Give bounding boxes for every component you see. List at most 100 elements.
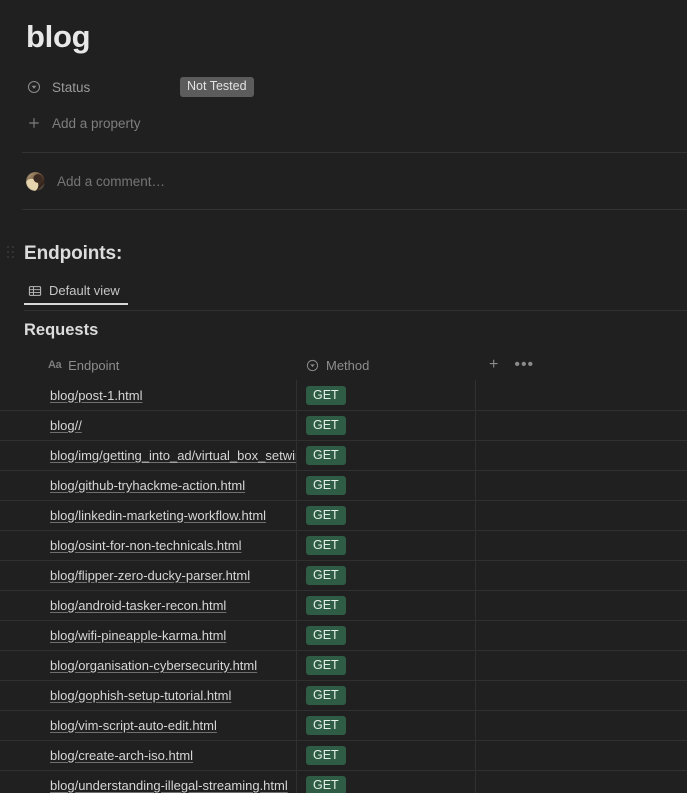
cell-endpoint[interactable]: blog/vim-script-auto-edit.html <box>0 711 296 741</box>
divider-above-comment <box>22 152 687 153</box>
add-property-button[interactable]: Add a property <box>24 110 172 136</box>
requests-table: Aa Endpoint Method + <box>0 350 687 793</box>
cell-extra[interactable] <box>475 621 687 651</box>
column-header-endpoint[interactable]: Aa Endpoint <box>0 350 296 380</box>
method-badge: GET <box>306 656 346 675</box>
column-header-endpoint-label: Endpoint <box>68 358 119 373</box>
property-row-status[interactable]: Status <box>24 74 172 100</box>
cell-method[interactable]: GET <box>296 741 475 771</box>
table-row[interactable]: blog/wifi-pineapple-karma.html GET <box>0 620 687 650</box>
cell-method[interactable]: GET <box>296 621 475 651</box>
cell-extra[interactable] <box>475 681 687 711</box>
cell-method[interactable]: GET <box>296 471 475 501</box>
cell-method[interactable]: GET <box>296 681 475 711</box>
endpoint-link[interactable]: blog/understanding-illegal-streaming.htm… <box>50 778 288 793</box>
cell-method[interactable]: GET <box>296 441 475 471</box>
endpoint-link[interactable]: blog/post-1.html <box>50 388 143 403</box>
cell-endpoint[interactable]: blog/create-arch-iso.html <box>0 741 296 771</box>
method-badge: GET <box>306 716 346 735</box>
status-badge[interactable]: Not Tested <box>180 77 254 97</box>
table-row[interactable]: blog/create-arch-iso.html GET <box>0 740 687 770</box>
cell-extra[interactable] <box>475 411 687 441</box>
endpoint-link[interactable]: blog/vim-script-auto-edit.html <box>50 718 217 733</box>
cell-extra[interactable] <box>475 441 687 471</box>
cell-extra[interactable] <box>475 771 687 793</box>
cell-extra[interactable] <box>475 501 687 531</box>
cell-extra[interactable] <box>475 561 687 591</box>
cell-method[interactable]: GET <box>296 591 475 621</box>
comment-placeholder[interactable]: Add a comment… <box>57 174 165 189</box>
cell-endpoint[interactable]: blog/organisation-cybersecurity.html <box>0 651 296 681</box>
cell-method[interactable]: GET <box>296 771 475 793</box>
table-row[interactable]: blog/linkedin-marketing-workflow.html GE… <box>0 500 687 530</box>
cell-endpoint[interactable]: blog/wifi-pineapple-karma.html <box>0 621 296 651</box>
endpoint-link[interactable]: blog/create-arch-iso.html <box>50 748 193 763</box>
endpoint-link[interactable]: blog/gophish-setup-tutorial.html <box>50 688 231 703</box>
drag-handle-icon[interactable] <box>7 246 17 262</box>
table-view-icon <box>28 284 42 298</box>
cell-endpoint[interactable]: blog/android-tasker-recon.html <box>0 591 296 621</box>
cell-method[interactable]: GET <box>296 411 475 441</box>
page-root: blog Status Not Tested Add a property Ad… <box>0 0 687 793</box>
tab-active-underline <box>24 303 128 305</box>
cell-endpoint[interactable]: blog/gophish-setup-tutorial.html <box>0 681 296 711</box>
endpoint-link[interactable]: blog/flipper-zero-ducky-parser.html <box>50 568 250 583</box>
status-value-wrapper[interactable]: Not Tested <box>180 77 254 97</box>
cell-extra[interactable] <box>475 651 687 681</box>
cell-endpoint[interactable]: blog/github-tryhackme-action.html <box>0 471 296 501</box>
cell-method[interactable]: GET <box>296 651 475 681</box>
table-row[interactable]: blog/vim-script-auto-edit.html GET <box>0 710 687 740</box>
cell-extra[interactable] <box>475 711 687 741</box>
cell-method[interactable]: GET <box>296 711 475 741</box>
more-options-icon[interactable]: ••• <box>514 357 534 373</box>
endpoint-link[interactable]: blog/img/getting_into_ad/virtual_box_set… <box>50 448 296 463</box>
table-row[interactable]: blog/github-tryhackme-action.html GET <box>0 470 687 500</box>
table-row[interactable]: blog/img/getting_into_ad/virtual_box_set… <box>0 440 687 470</box>
method-badge: GET <box>306 746 346 765</box>
page-title[interactable]: blog <box>26 18 90 56</box>
cell-extra[interactable] <box>475 380 687 410</box>
cell-method[interactable]: GET <box>296 501 475 531</box>
column-header-method[interactable]: Method <box>296 350 475 380</box>
view-tab-bar: Default view <box>24 283 124 305</box>
endpoint-link[interactable]: blog/github-tryhackme-action.html <box>50 478 245 493</box>
table-row[interactable]: blog/organisation-cybersecurity.html GET <box>0 650 687 680</box>
cell-extra[interactable] <box>475 471 687 501</box>
table-header-row: Aa Endpoint Method + <box>0 350 687 380</box>
table-row[interactable]: blog// GET <box>0 410 687 440</box>
table-row[interactable]: blog/android-tasker-recon.html GET <box>0 590 687 620</box>
table-row[interactable]: blog/osint-for-non-technicals.html GET <box>0 530 687 560</box>
cell-method[interactable]: GET <box>296 531 475 561</box>
cell-endpoint[interactable]: blog/img/getting_into_ad/virtual_box_set… <box>0 441 296 471</box>
method-badge: GET <box>306 506 346 525</box>
table-title: Requests <box>24 321 98 340</box>
cell-method[interactable]: GET <box>296 380 475 410</box>
table-row[interactable]: blog/understanding-illegal-streaming.htm… <box>0 770 687 793</box>
cell-extra[interactable] <box>475 741 687 771</box>
cell-endpoint[interactable]: blog/understanding-illegal-streaming.htm… <box>0 771 296 793</box>
method-badge: GET <box>306 536 346 555</box>
cell-endpoint[interactable]: blog/osint-for-non-technicals.html <box>0 531 296 561</box>
add-column-icon[interactable]: + <box>489 357 498 373</box>
endpoint-link[interactable]: blog/android-tasker-recon.html <box>50 598 226 613</box>
cell-endpoint[interactable]: blog/flipper-zero-ducky-parser.html <box>0 561 296 591</box>
endpoint-link[interactable]: blog// <box>50 418 82 433</box>
table-row[interactable]: blog/flipper-zero-ducky-parser.html GET <box>0 560 687 590</box>
column-header-actions: + ••• <box>475 350 687 380</box>
cell-endpoint[interactable]: blog// <box>0 411 296 441</box>
cell-extra[interactable] <box>475 531 687 561</box>
cell-endpoint[interactable]: blog/post-1.html <box>0 380 296 410</box>
cell-method[interactable]: GET <box>296 561 475 591</box>
method-badge: GET <box>306 776 346 793</box>
table-row[interactable]: blog/gophish-setup-tutorial.html GET <box>0 680 687 710</box>
table-row[interactable]: blog/post-1.html GET <box>0 380 687 410</box>
endpoint-link[interactable]: blog/linkedin-marketing-workflow.html <box>50 508 266 523</box>
endpoint-link[interactable]: blog/wifi-pineapple-karma.html <box>50 628 226 643</box>
cell-endpoint[interactable]: blog/linkedin-marketing-workflow.html <box>0 501 296 531</box>
method-badge: GET <box>306 626 346 645</box>
endpoint-link[interactable]: blog/organisation-cybersecurity.html <box>50 658 257 673</box>
comment-input-row[interactable]: Add a comment… <box>26 170 165 192</box>
endpoint-link[interactable]: blog/osint-for-non-technicals.html <box>50 538 241 553</box>
cell-extra[interactable] <box>475 591 687 621</box>
tab-default-view[interactable]: Default view <box>24 283 124 305</box>
